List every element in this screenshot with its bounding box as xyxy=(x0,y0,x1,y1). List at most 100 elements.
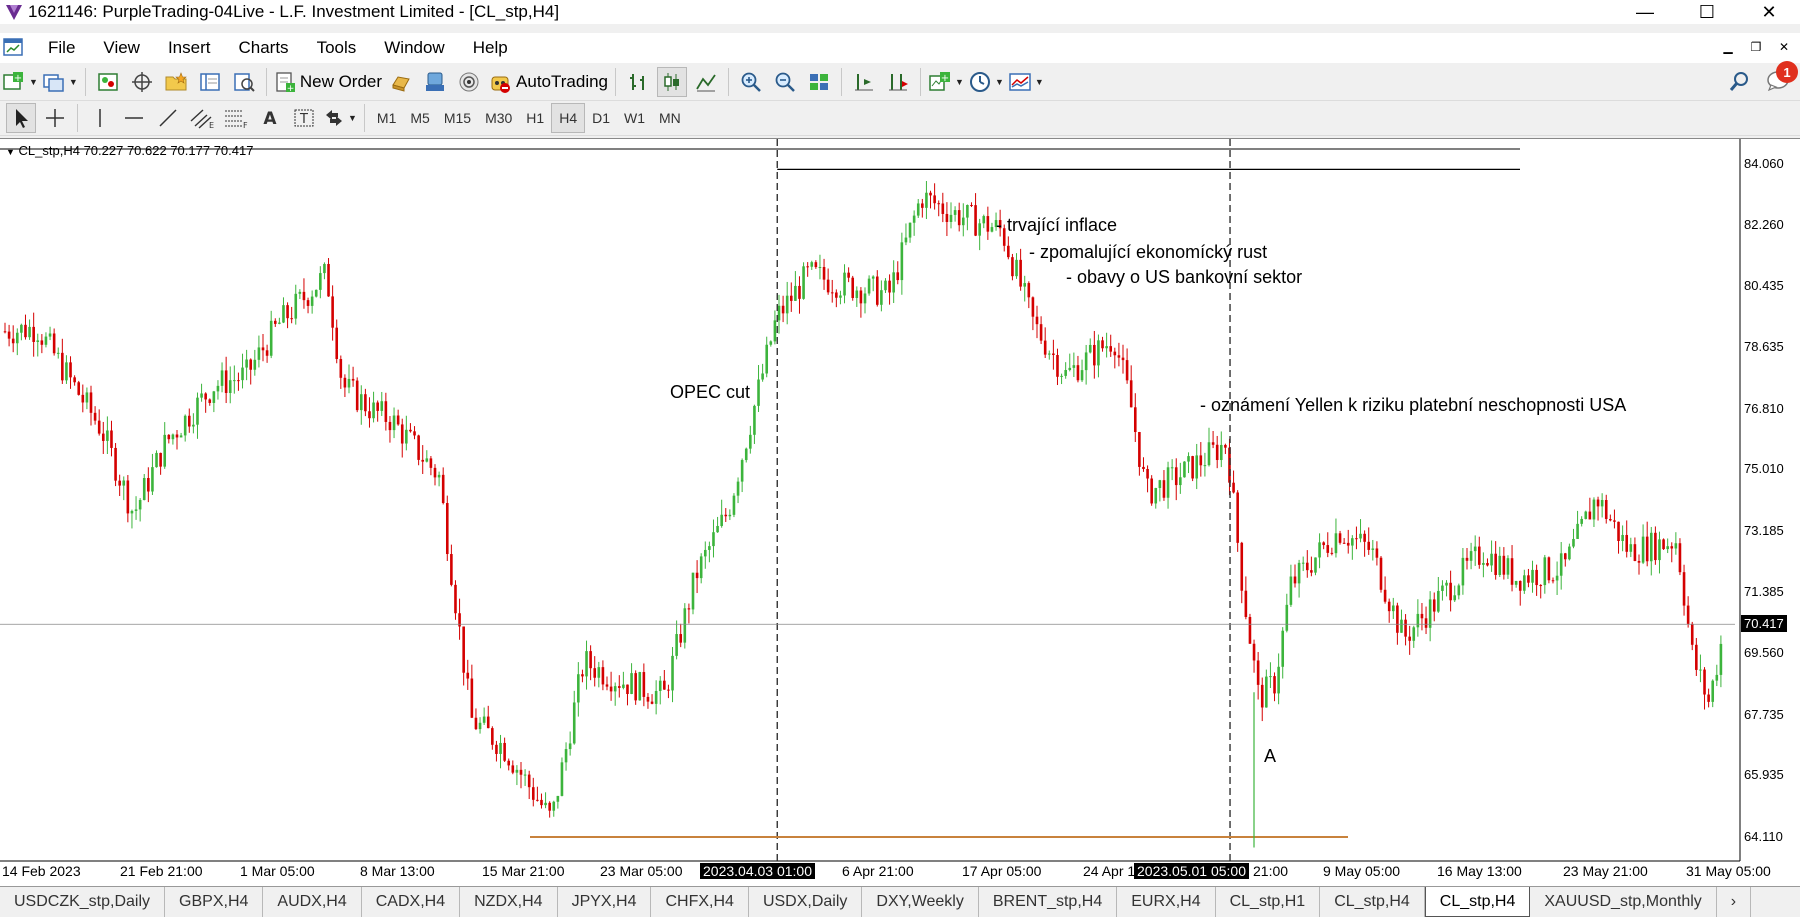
market-watch-button[interactable] xyxy=(93,67,123,97)
chart-area[interactable]: ▼ CL_stp,H4 70.227 70.622 70.177 70.417 … xyxy=(0,138,1800,886)
timeframe-h1[interactable]: H1 xyxy=(519,103,551,133)
chart-tab[interactable]: CL_stp,H4 xyxy=(1424,887,1531,917)
chart-menu-triangle-icon[interactable]: ▼ xyxy=(6,147,15,157)
price-tick-label: 64.110 xyxy=(1744,829,1783,845)
bar-chart-button[interactable] xyxy=(623,67,653,97)
timeframe-m1[interactable]: M1 xyxy=(370,103,403,133)
chart-window-icon[interactable] xyxy=(2,36,26,60)
menu-charts[interactable]: Charts xyxy=(224,38,302,58)
chart-tab[interactable]: CADX,H4 xyxy=(362,887,461,917)
search-icon[interactable] xyxy=(1728,71,1750,93)
candle-body xyxy=(1445,582,1448,586)
chart-tab[interactable]: JPYX,H4 xyxy=(558,887,652,917)
chevron-down-icon[interactable]: ▼ xyxy=(348,113,357,123)
cursor-tool-button[interactable] xyxy=(6,103,36,133)
tile-windows-button[interactable] xyxy=(804,67,834,97)
annotation-banking[interactable]: - obavy o US bankovní sektor xyxy=(1066,267,1302,288)
maximize-button[interactable]: ☐ xyxy=(1676,0,1738,24)
line-chart-button[interactable] xyxy=(691,67,721,97)
timeframe-m15[interactable]: M15 xyxy=(437,103,478,133)
timeframe-mn[interactable]: MN xyxy=(652,103,688,133)
chart-tab[interactable]: EURX,H4 xyxy=(1117,887,1216,917)
menu-view[interactable]: View xyxy=(89,38,154,58)
navigator-button[interactable] xyxy=(161,67,191,97)
folder-star-icon xyxy=(165,71,187,90)
minimize-button[interactable]: — xyxy=(1614,0,1676,24)
menu-window[interactable]: Window xyxy=(370,38,458,58)
timeframe-d1[interactable]: D1 xyxy=(585,103,617,133)
chart-shift-button[interactable] xyxy=(849,67,879,97)
periods-button[interactable]: ▼ xyxy=(968,67,1004,97)
candle-body xyxy=(1019,259,1022,287)
chart-tab[interactable]: CHFX,H4 xyxy=(651,887,749,917)
timeframe-m30[interactable]: M30 xyxy=(478,103,519,133)
chart-tab[interactable]: NZDX,H4 xyxy=(460,887,558,917)
signals-button[interactable] xyxy=(454,67,484,97)
candle-body xyxy=(1076,365,1080,381)
candle-body xyxy=(875,276,879,305)
terminal-button[interactable] xyxy=(195,67,225,97)
text-label-tool-button[interactable]: T xyxy=(289,103,319,133)
horizontal-line-tool-button[interactable] xyxy=(119,103,149,133)
equidistant-channel-tool-button[interactable]: E xyxy=(187,103,217,133)
profiles-button[interactable]: ▼ xyxy=(42,67,78,97)
mdi-restore-icon[interactable]: ❐ xyxy=(1746,37,1766,57)
chevron-down-icon[interactable]: ▼ xyxy=(995,77,1004,87)
menu-help[interactable]: Help xyxy=(459,38,522,58)
arrow-objects-button[interactable]: ▼ xyxy=(323,103,357,133)
zoom-out-button[interactable] xyxy=(770,67,800,97)
chevron-down-icon[interactable]: ▼ xyxy=(955,77,964,87)
chart-tab[interactable]: CL_stp,H1 xyxy=(1216,887,1321,917)
annotation-opec-cut[interactable]: OPEC cut xyxy=(670,382,750,403)
close-button[interactable]: ✕ xyxy=(1738,0,1800,24)
templates-button[interactable]: ▼ xyxy=(1008,67,1044,97)
timeframe-w1[interactable]: W1 xyxy=(617,103,652,133)
strategy-tester-button[interactable] xyxy=(229,67,259,97)
menu-tools[interactable]: Tools xyxy=(303,38,371,58)
candlestick-chart-button[interactable] xyxy=(657,66,688,97)
chart-tab[interactable]: XAUUSD_stp,Monthly xyxy=(1530,887,1717,917)
trading-signals-button[interactable] xyxy=(386,67,416,97)
new-order-button[interactable]: + New Order xyxy=(274,67,382,97)
candle-body xyxy=(392,415,396,431)
mdi-minimize-icon[interactable]: ▁ xyxy=(1718,37,1738,57)
annotation-inflation[interactable]: - trvající inflace xyxy=(996,215,1117,236)
menu-file[interactable]: File xyxy=(34,38,89,58)
annotation-point-a[interactable]: A xyxy=(1264,746,1276,767)
mdi-close-icon[interactable]: ✕ xyxy=(1774,37,1794,57)
chart-tab[interactable]: AUDX,H4 xyxy=(263,887,362,917)
notifications-button[interactable]: 1 xyxy=(1766,61,1798,96)
menu-insert[interactable]: Insert xyxy=(154,38,225,58)
candle-body xyxy=(663,680,666,690)
chart-tab[interactable]: CL_stp,H4 xyxy=(1320,887,1425,917)
annotation-yellen[interactable]: - oznámení Yellen k riziku platební nesc… xyxy=(1200,395,1626,416)
bar-chart-icon xyxy=(630,73,645,90)
chevron-down-icon[interactable]: ▼ xyxy=(69,77,78,87)
crosshair-tool-button[interactable] xyxy=(40,103,70,133)
trendline-tool-button[interactable] xyxy=(153,103,183,133)
chart-tab[interactable]: USDCZK_stp,Daily xyxy=(0,887,166,917)
timeframe-h4[interactable]: H4 xyxy=(551,103,586,133)
price-chart[interactable] xyxy=(0,139,1800,887)
chevron-down-icon[interactable]: ▼ xyxy=(1035,77,1044,87)
data-window-button[interactable] xyxy=(127,67,157,97)
indicators-button[interactable]: + ▼ xyxy=(928,67,964,97)
autotrading-button[interactable]: AutoTrading xyxy=(488,67,608,97)
vertical-line-tool-button[interactable] xyxy=(85,103,115,133)
candle-body xyxy=(216,385,220,392)
fibonacci-tool-button[interactable]: F xyxy=(221,103,251,133)
zoom-in-button[interactable] xyxy=(736,67,766,97)
auto-scroll-button[interactable] xyxy=(883,67,913,97)
chart-tab[interactable]: GBPX,H4 xyxy=(165,887,264,917)
tab-overflow-icon[interactable]: › xyxy=(1717,887,1752,917)
text-tool-button[interactable]: A xyxy=(255,103,285,133)
candle-body xyxy=(1670,546,1674,549)
new-chart-button[interactable]: + ▼ xyxy=(2,67,38,97)
chart-tab[interactable]: DXY,Weekly xyxy=(862,887,979,917)
chart-tab[interactable]: BRENT_stp,H4 xyxy=(979,887,1118,917)
timeframe-m5[interactable]: M5 xyxy=(403,103,436,133)
annotation-growth[interactable]: - zpomalující ekonomícký rust xyxy=(1029,242,1267,263)
chart-tab[interactable]: USDX,Daily xyxy=(749,887,863,917)
chevron-down-icon[interactable]: ▼ xyxy=(29,77,38,87)
market-button[interactable] xyxy=(420,67,450,97)
